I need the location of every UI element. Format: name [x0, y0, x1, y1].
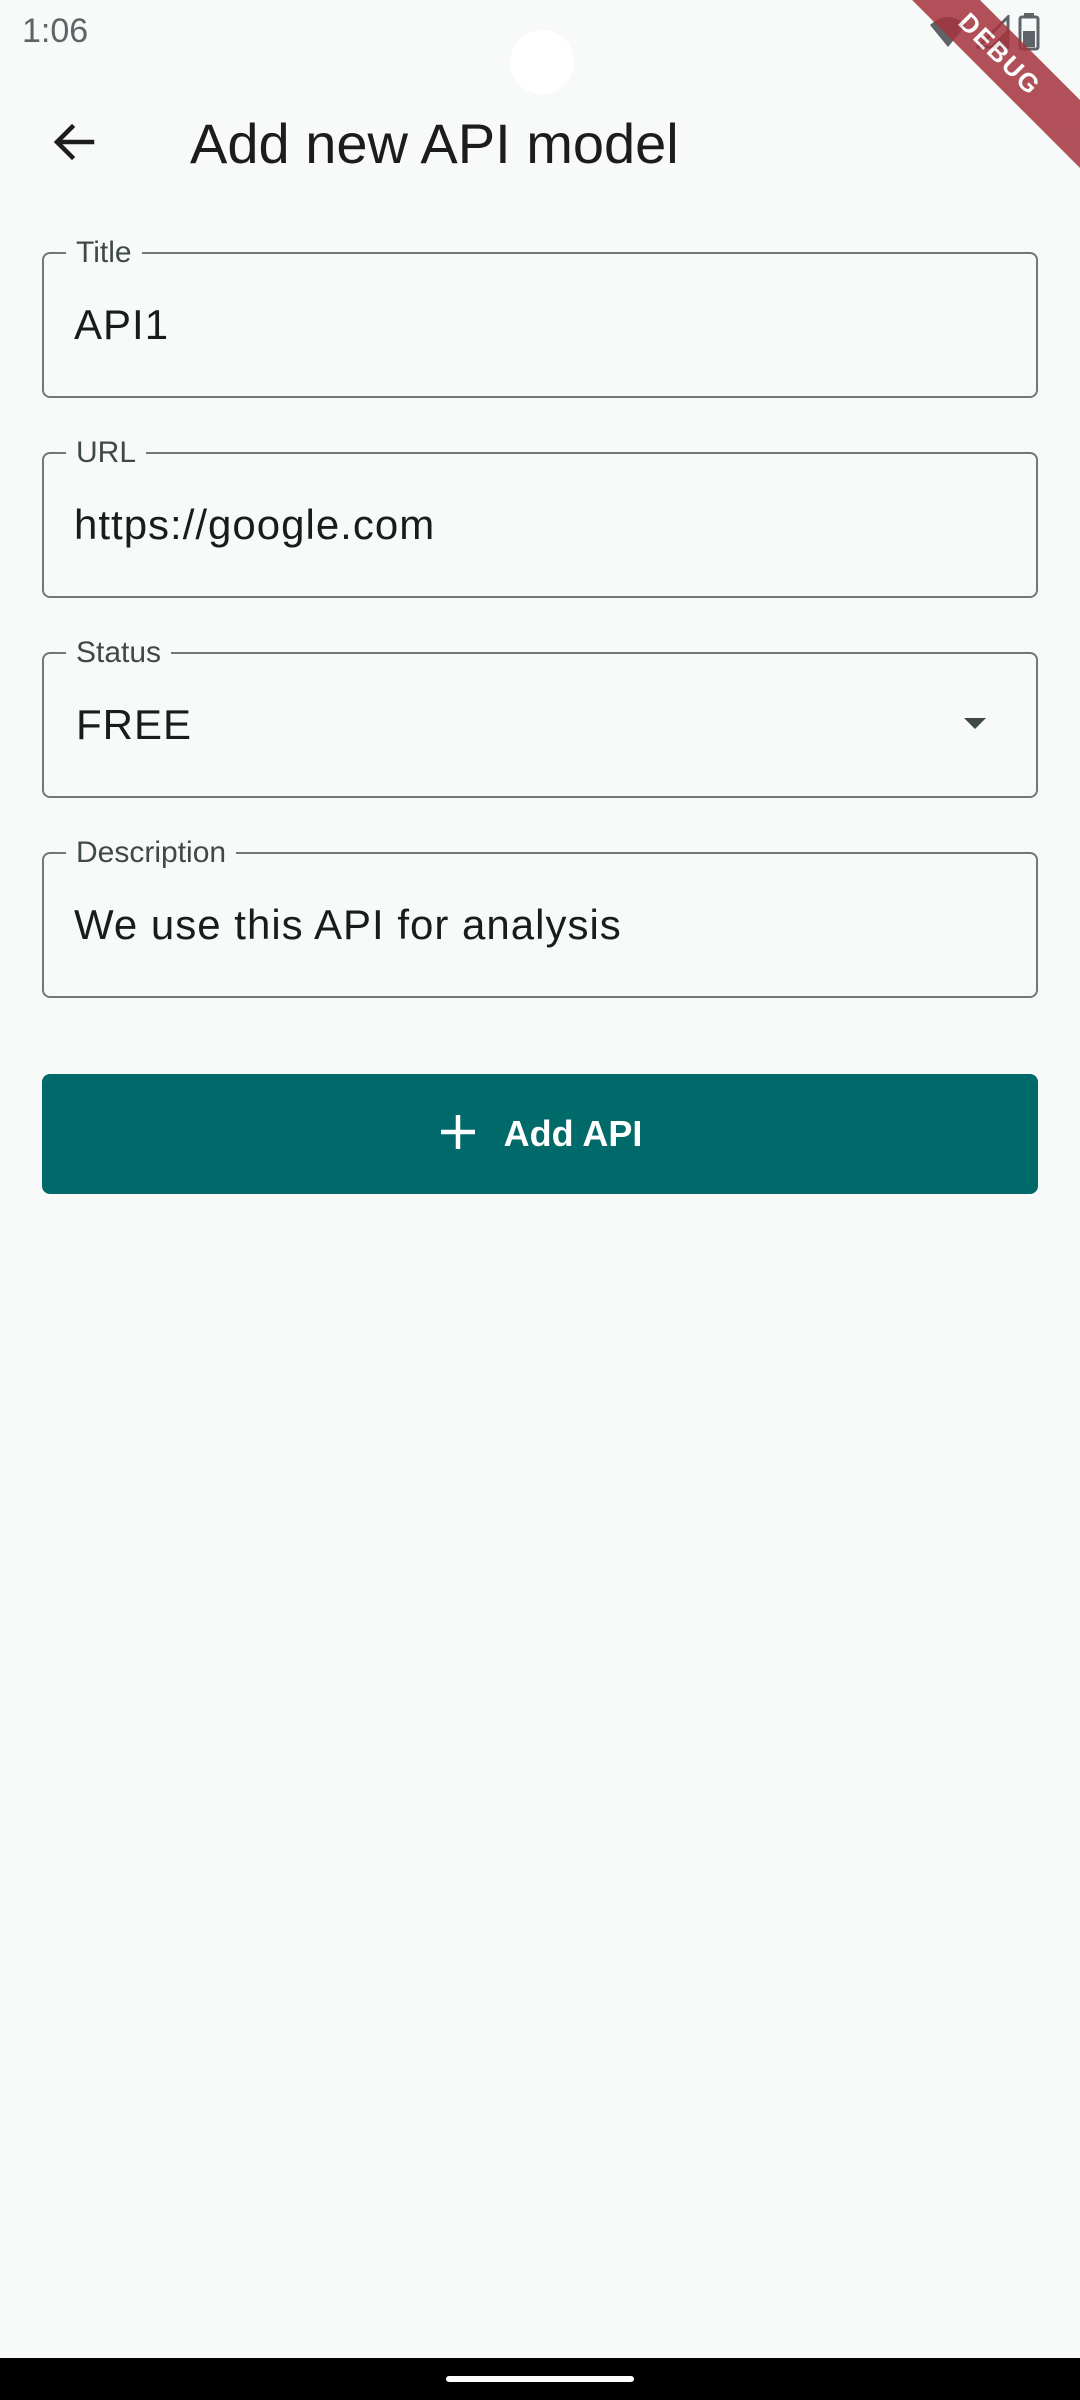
description-field[interactable]: Description — [42, 836, 1038, 998]
title-input[interactable] — [74, 254, 946, 396]
home-indicator[interactable] — [446, 2376, 634, 2382]
description-input[interactable] — [74, 854, 946, 996]
add-api-button[interactable]: Add API — [42, 1074, 1038, 1194]
status-time: 1:06 — [22, 12, 89, 50]
dropdown-arrow-icon — [964, 718, 986, 729]
status-dropdown[interactable]: Status FREE — [42, 636, 1038, 798]
page-title: Add new API model — [190, 112, 679, 175]
app-bar: Add new API model — [0, 64, 1080, 204]
add-api-button-label: Add API — [503, 1113, 643, 1154]
screen: 1:06 DEBUG Add new API model Title API1 … — [0, 0, 1080, 2400]
url-input[interactable] — [74, 454, 946, 596]
status-selected-value: FREE — [76, 701, 193, 748]
arrow-back-icon — [50, 118, 98, 171]
title-field[interactable]: Title — [42, 236, 1038, 398]
url-field[interactable]: URL — [42, 436, 1038, 598]
system-nav-bar — [0, 2358, 1080, 2400]
back-button[interactable] — [32, 102, 116, 186]
plus-icon — [438, 1112, 478, 1157]
status-bar: 1:06 — [0, 0, 1080, 94]
